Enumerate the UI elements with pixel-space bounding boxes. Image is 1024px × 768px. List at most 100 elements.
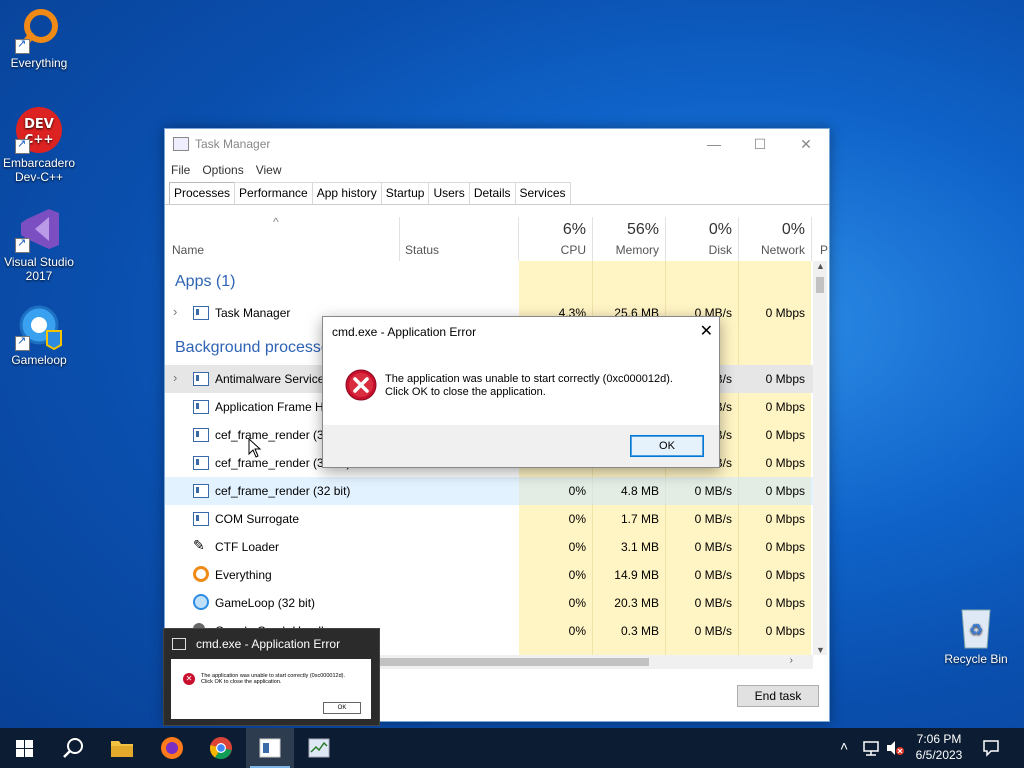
desktop-icon-recycle-bin[interactable]: ♻ Recycle Bin: [936, 602, 1016, 666]
dialog-message-line2: Click OK to close the application.: [385, 386, 546, 398]
start-button[interactable]: [0, 728, 48, 768]
disk-value: 0 MB/s: [694, 484, 732, 498]
everything-icon: [15, 6, 63, 54]
memory-percent: 56%: [626, 221, 659, 238]
cpu-label: CPU: [560, 243, 586, 257]
clock-date: 6/5/2023: [915, 748, 963, 762]
memory-value: 20.3 MB: [614, 596, 659, 610]
minimize-button[interactable]: —: [691, 129, 737, 159]
expand-chevron-icon[interactable]: ›: [173, 370, 177, 385]
menu-view[interactable]: View: [250, 159, 288, 181]
taskbar-task-manager[interactable]: [295, 728, 343, 768]
scroll-thumb[interactable]: [816, 277, 824, 293]
process-name: Everything: [215, 568, 272, 582]
network-value: 0 Mbps: [765, 428, 805, 442]
taskbar-cmd-error[interactable]: [246, 728, 294, 768]
tab-details[interactable]: Details: [468, 182, 516, 204]
tab-users[interactable]: Users: [428, 182, 470, 204]
disk-value: 0 MB/s: [694, 568, 732, 582]
service-icon: [193, 512, 209, 526]
maximize-button[interactable]: ☐: [737, 129, 783, 159]
table-row[interactable]: COM Surrogate 0% 1.7 MB 0 MB/s 0 Mbps: [165, 505, 815, 533]
notification-icon[interactable]: [982, 739, 1000, 757]
thumbnail-message-line2: Click OK to close the application.: [201, 679, 282, 685]
tab-services[interactable]: Services: [514, 182, 571, 204]
tab-processes[interactable]: Processes: [169, 182, 236, 204]
thumbnail-content: ✕ The application was unable to start co…: [171, 659, 371, 719]
clock-time: 7:06 PM: [916, 732, 962, 746]
ok-button[interactable]: OK: [630, 435, 704, 457]
process-name: Antimalware Service: [215, 372, 325, 386]
network-value: 0 Mbps: [765, 540, 805, 554]
recycle-bin-icon: ♻: [952, 602, 1000, 650]
column-headers: ^ Name Status 6% CPU 56% Memory 0% Disk …: [165, 215, 828, 261]
search-button[interactable]: [48, 728, 96, 768]
task-manager-icon: [173, 137, 189, 151]
tab-performance[interactable]: Performance: [234, 182, 313, 204]
column-network[interactable]: 0% Network: [739, 217, 812, 261]
disk-value: 0 MB/s: [694, 540, 732, 554]
desktop-icon-gameloop[interactable]: Gameloop: [1, 303, 77, 367]
dialog-close-icon[interactable]: ✕: [700, 321, 713, 341]
expand-chevron-icon[interactable]: ›: [173, 304, 177, 319]
desktop-icon-label: Embarcadero Dev-C++: [2, 156, 76, 184]
desktop-icon-visual-studio[interactable]: Visual Studio 2017: [1, 205, 77, 283]
volume-muted-icon[interactable]: [885, 740, 905, 756]
network-value: 0 Mbps: [765, 596, 805, 610]
cpu-value: 0%: [568, 568, 586, 582]
scroll-right-icon[interactable]: ›: [790, 655, 793, 666]
taskbar: ˄ 7:06 PM 6/5/2023: [0, 728, 1024, 768]
desktop-icon-everything[interactable]: Everything: [1, 6, 77, 70]
disk-value: 0 MB/s: [694, 596, 732, 610]
table-row[interactable]: Everything 0% 14.9 MB 0 MB/s 0 Mbps: [165, 561, 815, 589]
menu-bar: File Options View: [165, 159, 288, 181]
everything-icon: [193, 566, 209, 582]
group-background: Background processes: [175, 339, 338, 356]
tab-startup[interactable]: Startup: [380, 182, 430, 204]
app-icon: [172, 638, 186, 650]
menu-file[interactable]: File: [165, 159, 196, 181]
network-icon[interactable]: [862, 740, 880, 756]
tab-app-history[interactable]: App history: [311, 182, 382, 204]
taskbar-thumbnail-preview[interactable]: cmd.exe - Application Error ✕ The applic…: [163, 628, 380, 726]
disk-value: 0 MB/s: [694, 624, 732, 638]
taskbar-file-explorer[interactable]: [98, 728, 146, 768]
network-value: 0 Mbps: [765, 456, 805, 470]
column-status[interactable]: Status: [400, 217, 519, 261]
network-value: 0 Mbps: [765, 512, 805, 526]
column-memory[interactable]: 56% Memory: [593, 217, 666, 261]
desktop-icon-label: Gameloop: [11, 353, 67, 367]
close-button[interactable]: ✕: [783, 129, 829, 159]
system-clock[interactable]: 7:06 PM 6/5/2023: [906, 731, 972, 763]
taskbar-chrome[interactable]: [197, 728, 245, 768]
service-icon: [193, 484, 209, 498]
network-value: 0 Mbps: [765, 372, 805, 386]
tab-strip: Processes Performance App history Startup Us…: [169, 182, 571, 204]
desktop-icon-devcpp[interactable]: DEVC++ Embarcadero Dev-C++: [1, 106, 77, 184]
column-name-label: Name: [172, 243, 205, 257]
service-icon: [193, 372, 209, 386]
menu-options[interactable]: Options: [196, 159, 249, 181]
taskbar-firefox[interactable]: [148, 728, 196, 768]
cpu-value: 0%: [568, 484, 586, 498]
table-row[interactable]: GameLoop (32 bit) 0% 20.3 MB 0 MB/s 0 Mb…: [165, 589, 815, 617]
column-name[interactable]: ^ Name: [165, 215, 400, 261]
disk-percent: 0%: [708, 221, 732, 238]
end-task-button[interactable]: End task: [737, 685, 819, 707]
task-manager-icon: [308, 738, 330, 758]
table-row[interactable]: ✎ CTF Loader 0% 3.1 MB 0 MB/s 0 Mbps: [165, 533, 815, 561]
service-icon: [193, 400, 209, 414]
ctf-loader-icon: ✎: [193, 537, 205, 553]
scroll-down-icon[interactable]: ▼: [816, 645, 825, 655]
network-value: 0 Mbps: [765, 306, 805, 320]
table-row[interactable]: cef_frame_render (32 bit) 0% 4.8 MB 0 MB…: [165, 477, 815, 505]
chevron-up-icon[interactable]: ˄: [840, 738, 848, 754]
column-disk[interactable]: 0% Disk: [666, 217, 739, 261]
vertical-scrollbar[interactable]: ▲ ▼: [813, 261, 827, 655]
column-cpu[interactable]: 6% CPU: [519, 217, 593, 261]
column-power-label: P: [820, 243, 829, 257]
scroll-up-icon[interactable]: ▲: [816, 261, 825, 271]
chrome-icon: [209, 737, 232, 760]
title-bar[interactable]: Task Manager — ☐ ✕: [165, 129, 829, 159]
app-window-icon: [259, 738, 281, 758]
